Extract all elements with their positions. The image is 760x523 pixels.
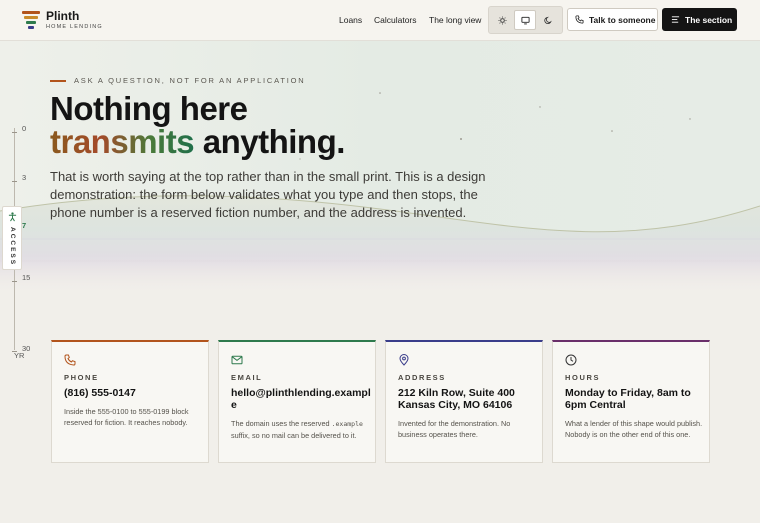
talk-label: Talk to someone — [589, 14, 656, 25]
section-menu-button[interactable]: The section — [662, 8, 737, 31]
accessibility-label: ACCESS — [9, 227, 16, 267]
page-title: Nothing here transmits anything. — [50, 92, 345, 158]
eyebrow-text: ASK A QUESTION, NOT FOR AN APPLICATION — [74, 76, 306, 85]
card-description: Inside the 555-0100 to 555-0199 block re… — [64, 407, 189, 427]
phone-icon — [575, 15, 584, 24]
scale-tick-0[interactable]: 0 — [22, 124, 26, 133]
hero-lede: That is worth saying at the top rather t… — [50, 169, 486, 220]
email-address[interactable]: hello@plinthlending.example — [231, 387, 371, 411]
card-label: HOURS — [565, 373, 601, 382]
eyebrow: ASK A QUESTION, NOT FOR AN APPLICATION — [50, 76, 306, 85]
card-label: EMAIL — [231, 373, 263, 382]
street-address: 212 Kiln Row, Suite 400 Kansas City, MO … — [398, 387, 515, 411]
title-line-1: Nothing here — [50, 90, 248, 127]
theme-system-button[interactable] — [514, 10, 536, 30]
logo-mark-icon — [22, 11, 40, 29]
logo-subtitle: HOME LENDING — [46, 24, 103, 30]
mail-icon — [231, 355, 243, 365]
scale-tick-mark — [12, 132, 17, 133]
card-description: What a lender of this shape would publis… — [565, 419, 703, 439]
section-label: The section — [685, 14, 733, 25]
scale-tick-7[interactable]: 7 — [22, 221, 26, 230]
card-label: ADDRESS — [398, 373, 446, 382]
nav-calculators[interactable]: Calculators — [374, 15, 417, 25]
contact-card-address: ADDRESS 212 Kiln Row, Suite 400 Kansas C… — [385, 340, 543, 463]
card-desc-code: .example — [331, 420, 363, 428]
sun-icon — [497, 15, 507, 25]
contact-card-hours: HOURS Monday to Friday, 8am to 6pm Centr… — [552, 340, 710, 463]
scale-tick-mark — [12, 281, 17, 282]
theme-switcher — [488, 6, 563, 34]
map-pin-icon — [399, 354, 409, 366]
business-hours: Monday to Friday, 8am to 6pm Central — [565, 387, 691, 411]
nav-long-view[interactable]: The long view — [429, 15, 481, 25]
logo-name: Plinth — [46, 9, 80, 23]
monitor-icon — [520, 16, 530, 24]
contact-card-email: EMAIL hello@plinthlending.example The do… — [218, 340, 376, 463]
theme-light-button[interactable] — [491, 10, 513, 30]
moon-icon — [543, 16, 552, 24]
scale-tick-mark — [12, 181, 17, 182]
card-desc-before: The domain uses the reserved — [231, 419, 330, 428]
theme-dark-button[interactable] — [537, 10, 559, 30]
nav-loans[interactable]: Loans — [339, 15, 362, 25]
title-rest: anything. — [194, 123, 346, 160]
phone-number[interactable]: (816) 555-0147 — [64, 387, 204, 399]
phone-icon — [64, 354, 76, 366]
card-desc-after: suffix, so no mail can be delivered to i… — [231, 431, 357, 440]
eyebrow-rule — [50, 79, 66, 82]
accessibility-tab[interactable]: ACCESS — [2, 206, 22, 270]
menu-lines-icon — [671, 16, 680, 23]
card-description: Invented for the demonstration. No busin… — [398, 419, 511, 439]
clock-icon — [565, 354, 577, 366]
top-bar: Plinth HOME LENDING Loans Calculators Th… — [0, 0, 760, 41]
card-label: PHONE — [64, 373, 99, 382]
accessibility-icon — [8, 212, 17, 222]
scale-unit: YR — [14, 351, 25, 360]
talk-to-someone-button[interactable]: Talk to someone — [567, 8, 658, 31]
title-accent: transmits — [50, 123, 195, 160]
logo[interactable]: Plinth HOME LENDING — [22, 10, 103, 30]
contact-card-phone: PHONE (816) 555-0147 Inside the 555-0100… — [51, 340, 209, 463]
scale-tick-15[interactable]: 15 — [22, 273, 30, 282]
scale-tick-3[interactable]: 3 — [22, 173, 26, 182]
card-description: The domain uses the reserved .example su… — [231, 418, 369, 441]
